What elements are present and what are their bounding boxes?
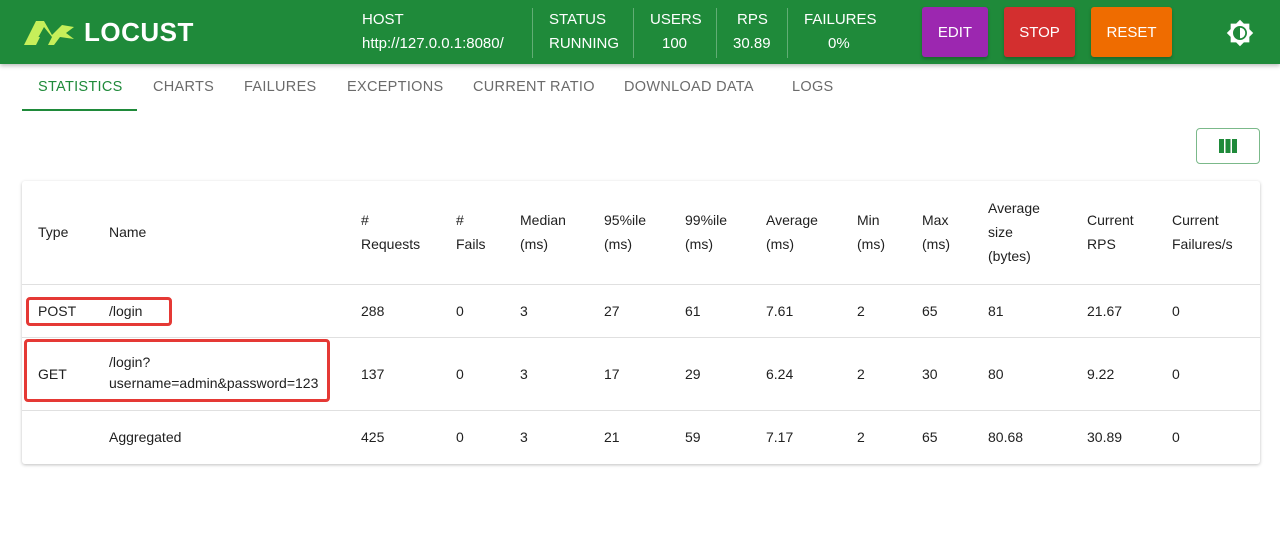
cell-current-rps: 9.22	[1087, 366, 1115, 382]
app-name: LOCUST	[84, 16, 194, 47]
rps-label: RPS	[737, 11, 768, 28]
status-value: RUNNING	[549, 35, 619, 52]
divider	[633, 8, 634, 58]
header-p95: 95%ile (ms)	[604, 212, 647, 252]
header-requests: # Requests	[361, 212, 421, 252]
cell-name: Aggregated	[109, 429, 182, 445]
header-p99: 99%ile (ms)	[685, 212, 728, 252]
cell-p95: 17	[604, 366, 620, 382]
cell-average-size: 81	[988, 303, 1004, 319]
active-tab-indicator	[22, 109, 137, 111]
cell-average: 7.17	[766, 429, 794, 445]
cell-fails: 0	[456, 429, 464, 445]
tab-current-ratio[interactable]: CURRENT RATIO	[473, 64, 595, 110]
users-stat: USERS 100	[650, 0, 702, 64]
column-selector-button[interactable]	[1196, 128, 1260, 164]
cell-p95: 21	[604, 429, 620, 445]
cell-fails: 0	[456, 366, 464, 382]
cell-average: 6.24	[766, 366, 794, 382]
status-label: STATUS	[549, 11, 606, 28]
locust-icon	[24, 21, 74, 45]
rps-value: 30.89	[733, 35, 771, 52]
cell-min: 2	[857, 303, 865, 319]
header-current-failures: Current Failures/s	[1172, 212, 1233, 252]
tab-charts[interactable]: CHARTS	[153, 64, 214, 110]
cell-average-size: 80	[988, 366, 1004, 382]
divider	[532, 8, 533, 58]
header-current-rps: Current RPS	[1087, 212, 1134, 252]
highlight-box	[26, 297, 172, 326]
row-divider	[22, 284, 1260, 285]
cell-requests: 425	[361, 429, 385, 445]
cell-median: 3	[520, 429, 528, 445]
cell-current-failures: 0	[1172, 429, 1180, 445]
divider	[787, 8, 788, 58]
highlight-box	[24, 339, 330, 402]
cell-current-rps: 30.89	[1087, 429, 1123, 445]
cell-p95: 27	[604, 303, 620, 319]
divider	[716, 8, 717, 58]
view-column-icon	[1219, 139, 1237, 153]
host-value: http://127.0.0.1:8080/	[362, 35, 504, 52]
cell-current-rps: 21.67	[1087, 303, 1123, 319]
cell-median: 3	[520, 366, 528, 382]
brightness-icon[interactable]	[1226, 19, 1254, 47]
stop-button[interactable]: STOP	[1004, 7, 1075, 57]
header-name: Name	[109, 224, 147, 240]
failures-label: FAILURES	[804, 11, 877, 28]
reset-button[interactable]: RESET	[1091, 7, 1172, 57]
cell-p99: 61	[685, 303, 701, 319]
cell-p99: 29	[685, 366, 701, 382]
top-app-bar: LOCUST HOST http://127.0.0.1:8080/ STATU…	[0, 0, 1280, 64]
cell-min: 2	[857, 366, 865, 382]
cell-fails: 0	[456, 303, 464, 319]
host-label: HOST	[362, 11, 404, 28]
cell-current-failures: 0	[1172, 303, 1180, 319]
row-divider	[22, 410, 1260, 411]
header-average-size: Average size (bytes)	[988, 200, 1040, 264]
failures-value: 0%	[828, 35, 850, 52]
users-label: USERS	[650, 11, 702, 28]
cell-requests: 137	[361, 366, 385, 382]
row-divider	[22, 337, 1260, 338]
cell-requests: 288	[361, 303, 385, 319]
header-min: Min (ms)	[857, 212, 885, 252]
edit-button[interactable]: EDIT	[922, 7, 988, 57]
cell-min: 2	[857, 429, 865, 445]
tab-statistics[interactable]: STATISTICS	[38, 64, 123, 110]
header-average: Average (ms)	[766, 212, 818, 252]
statistics-table: Type Name # Requests # Fails Median (ms) 95…	[22, 181, 1260, 464]
tab-failures[interactable]: FAILURES	[244, 64, 317, 110]
header-type: Type	[38, 224, 69, 240]
cell-max: 30	[922, 366, 938, 382]
tab-download-data[interactable]: DOWNLOAD DATA	[624, 64, 754, 110]
tab-logs[interactable]: LOGS	[792, 64, 834, 110]
cell-max: 65	[922, 429, 938, 445]
header-max: Max (ms)	[922, 212, 950, 252]
header-median: Median (ms)	[520, 212, 566, 252]
header-fails: # Fails	[456, 212, 486, 252]
cell-max: 65	[922, 303, 938, 319]
tab-exceptions[interactable]: EXCEPTIONS	[347, 64, 443, 110]
cell-average-size: 80.68	[988, 429, 1024, 445]
cell-p99: 59	[685, 429, 701, 445]
cell-average: 7.61	[766, 303, 794, 319]
cell-current-failures: 0	[1172, 366, 1180, 382]
users-value: 100	[662, 35, 688, 52]
locust-logo: LOCUST	[22, 17, 194, 47]
cell-median: 3	[520, 303, 528, 319]
